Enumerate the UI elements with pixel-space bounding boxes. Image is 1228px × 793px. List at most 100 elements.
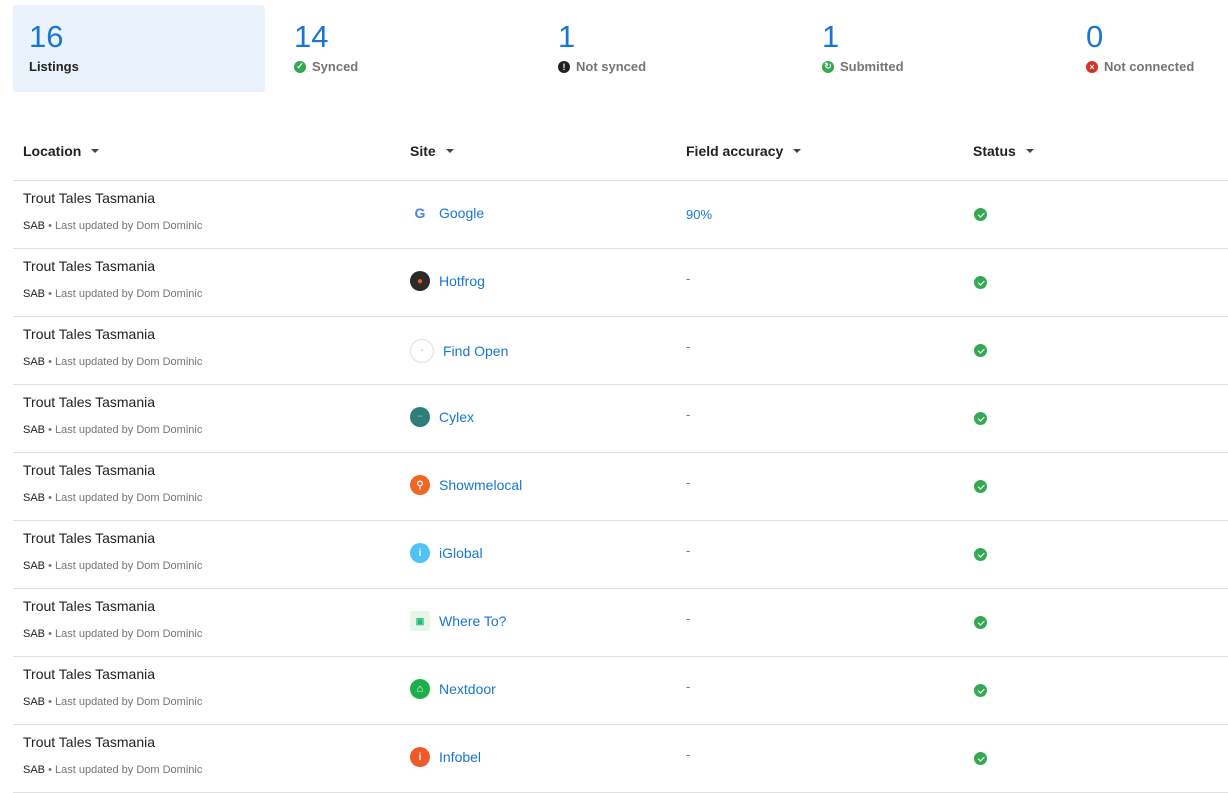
- field-accuracy: -: [686, 543, 691, 558]
- column-header-site-label: Site: [410, 143, 436, 159]
- stat-submitted-label: Submitted: [840, 59, 904, 74]
- stat-not-connected[interactable]: 0 × Not connected: [1070, 5, 1220, 92]
- status-synced-icon: [974, 480, 987, 493]
- table-header: Location Site Field accuracy Status: [13, 122, 1228, 181]
- stat-not-synced-count: 1: [558, 19, 576, 54]
- site-cell[interactable]: ● Hotfrog: [410, 271, 485, 291]
- column-header-location[interactable]: Location: [23, 143, 100, 159]
- site-link[interactable]: Nextdoor: [439, 681, 496, 697]
- status-synced-icon: [974, 548, 987, 561]
- table-row[interactable]: Trout Tales Tasmania SAB • Last updated …: [13, 385, 1228, 453]
- sort-caret-icon: [91, 149, 100, 153]
- stat-listings-label: Listings: [29, 59, 79, 74]
- location-name: Trout Tales Tasmania: [23, 462, 156, 478]
- status-synced-icon: [974, 684, 987, 697]
- cylex-logo-icon: ···: [410, 407, 430, 427]
- status-synced-icon: [974, 412, 987, 425]
- column-header-site[interactable]: Site: [410, 143, 454, 159]
- table-row[interactable]: Trout Tales Tasmania SAB • Last updated …: [13, 725, 1228, 793]
- field-accuracy: -: [686, 339, 691, 354]
- column-header-field-accuracy-label: Field accuracy: [686, 143, 784, 159]
- hotfrog-logo-icon: ●: [410, 271, 430, 291]
- table-row[interactable]: Trout Tales Tasmania SAB • Last updated …: [13, 521, 1228, 589]
- field-accuracy[interactable]: 90%: [686, 207, 712, 222]
- site-cell[interactable]: ◦ Find Open: [410, 339, 508, 363]
- stat-not-connected-count: 0: [1086, 19, 1104, 54]
- infobel-logo-icon: i: [410, 747, 430, 767]
- site-cell[interactable]: ⚲ Showmelocal: [410, 475, 522, 495]
- status-synced-icon: [974, 276, 987, 289]
- location-meta: SAB • Last updated by Dom Dominic: [23, 764, 203, 776]
- sync-circle-icon: ↻: [822, 60, 834, 73]
- stat-not-synced[interactable]: 1 ! Not synced: [542, 5, 792, 92]
- site-link[interactable]: Infobel: [439, 749, 481, 765]
- table-row[interactable]: Trout Tales Tasmania SAB • Last updated …: [13, 453, 1228, 521]
- site-link[interactable]: Google: [439, 205, 484, 221]
- findopen-logo-icon: ◦: [410, 339, 434, 363]
- column-header-status-label: Status: [973, 143, 1016, 159]
- field-accuracy: -: [686, 747, 691, 762]
- iglobal-logo-icon: i: [410, 543, 430, 563]
- location-meta: SAB • Last updated by Dom Dominic: [23, 560, 203, 572]
- sort-caret-icon: [445, 149, 454, 153]
- site-link[interactable]: Hotfrog: [439, 273, 485, 289]
- column-header-status[interactable]: Status: [973, 143, 1034, 159]
- field-accuracy: -: [686, 271, 691, 286]
- stat-not-synced-label: Not synced: [576, 59, 647, 74]
- table-row[interactable]: Trout Tales Tasmania SAB • Last updated …: [13, 249, 1228, 317]
- location-meta: SAB • Last updated by Dom Dominic: [23, 220, 203, 232]
- column-header-location-label: Location: [23, 143, 82, 159]
- site-cell[interactable]: ⌂ Nextdoor: [410, 679, 496, 699]
- sort-caret-icon: [1025, 149, 1034, 153]
- site-link[interactable]: iGlobal: [439, 545, 483, 561]
- table-row[interactable]: Trout Tales Tasmania SAB • Last updated …: [13, 589, 1228, 657]
- location-name: Trout Tales Tasmania: [23, 530, 156, 546]
- location-meta: SAB • Last updated by Dom Dominic: [23, 628, 203, 640]
- stat-synced[interactable]: 14 ✓ Synced: [278, 5, 528, 92]
- location-name: Trout Tales Tasmania: [23, 666, 156, 682]
- status-synced-icon: [974, 208, 987, 221]
- field-accuracy: -: [686, 475, 691, 490]
- site-link[interactable]: Find Open: [443, 343, 508, 359]
- location-meta: SAB • Last updated by Dom Dominic: [23, 696, 203, 708]
- whereto-logo-icon: ▣: [410, 611, 430, 631]
- stat-not-connected-label: Not connected: [1104, 59, 1195, 74]
- location-name: Trout Tales Tasmania: [23, 326, 156, 342]
- location-meta: SAB • Last updated by Dom Dominic: [23, 492, 203, 504]
- stat-synced-label: Synced: [312, 59, 359, 74]
- error-circle-icon: ×: [1086, 60, 1098, 73]
- field-accuracy: -: [686, 611, 691, 626]
- info-circle-icon: !: [558, 60, 570, 73]
- stat-submitted[interactable]: 1 ↻ Submitted: [806, 5, 1056, 92]
- site-cell[interactable]: G Google: [410, 203, 484, 223]
- field-accuracy: -: [686, 679, 691, 694]
- table-row[interactable]: Trout Tales Tasmania SAB • Last updated …: [13, 317, 1228, 385]
- status-synced-icon: [974, 752, 987, 765]
- stat-listings-count: 16: [29, 19, 64, 54]
- sort-caret-icon: [793, 149, 802, 153]
- location-meta: SAB • Last updated by Dom Dominic: [23, 288, 203, 300]
- location-meta: SAB • Last updated by Dom Dominic: [23, 356, 203, 368]
- location-name: Trout Tales Tasmania: [23, 394, 156, 410]
- status-synced-icon: [974, 616, 987, 629]
- site-link[interactable]: Where To?: [439, 613, 506, 629]
- location-meta: SAB • Last updated by Dom Dominic: [23, 424, 203, 436]
- location-name: Trout Tales Tasmania: [23, 734, 156, 750]
- site-cell[interactable]: i iGlobal: [410, 543, 483, 563]
- table-row[interactable]: Trout Tales Tasmania SAB • Last updated …: [13, 657, 1228, 725]
- site-cell[interactable]: ··· Cylex: [410, 407, 474, 427]
- site-link[interactable]: Showmelocal: [439, 477, 522, 493]
- column-header-field-accuracy[interactable]: Field accuracy: [686, 143, 802, 159]
- site-cell[interactable]: ▣ Where To?: [410, 611, 506, 631]
- stat-listings[interactable]: 16 Listings: [13, 5, 265, 92]
- status-synced-icon: [974, 344, 987, 357]
- site-link[interactable]: Cylex: [439, 409, 474, 425]
- nextdoor-logo-icon: ⌂: [410, 679, 430, 699]
- site-cell[interactable]: i Infobel: [410, 747, 481, 767]
- table-row[interactable]: Trout Tales Tasmania SAB • Last updated …: [13, 181, 1228, 249]
- field-accuracy: -: [686, 407, 691, 422]
- location-name: Trout Tales Tasmania: [23, 190, 156, 206]
- google-logo-icon: G: [410, 203, 430, 223]
- location-name: Trout Tales Tasmania: [23, 258, 156, 274]
- showmelocal-logo-icon: ⚲: [410, 475, 430, 495]
